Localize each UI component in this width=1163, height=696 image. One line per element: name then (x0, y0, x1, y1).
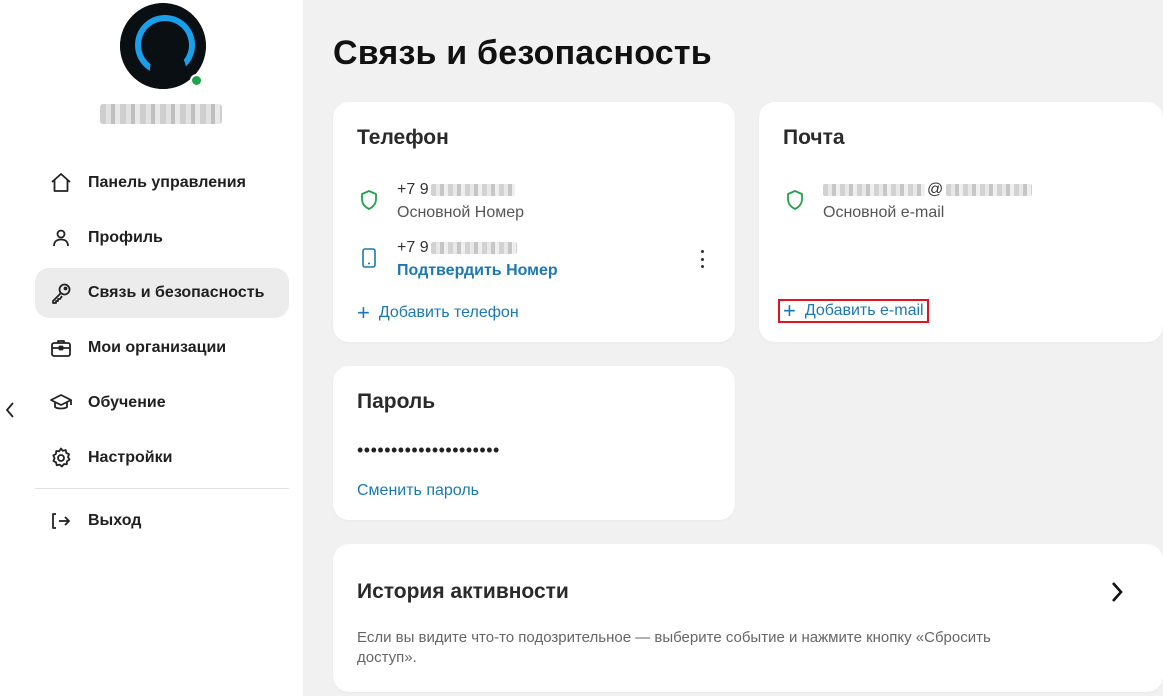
shield-icon (783, 188, 807, 212)
plus-icon: + (783, 298, 796, 323)
phone-options-menu-button[interactable] (697, 250, 707, 268)
sidebar-item-security[interactable]: Связь и безопасность (35, 268, 289, 318)
email-domain-masked (946, 184, 1033, 196)
add-email-button[interactable]: + Добавить e-mail (778, 299, 929, 323)
home-icon (49, 171, 73, 195)
add-phone-button[interactable]: + Добавить телефон (357, 300, 519, 325)
email-card: Почта @ Основной e-mail + Добавить e-mai… (759, 102, 1163, 342)
graduation-cap-icon (49, 391, 73, 415)
collapse-sidebar-button[interactable] (2, 398, 18, 422)
sidebar-item-profile[interactable]: Профиль (35, 213, 289, 263)
primary-email-row: @ Основной e-mail (783, 180, 1033, 222)
sidebar-item-label: Обучение (88, 394, 166, 411)
briefcase-icon (49, 336, 73, 360)
primary-phone-subtitle: Основной Номер (397, 204, 525, 221)
email-at: @ (927, 181, 944, 198)
add-phone-label: Добавить телефон (378, 304, 519, 321)
sidebar-item-settings[interactable]: Настройки (35, 433, 289, 483)
phone-card-title: Телефон (357, 126, 449, 149)
sidebar-item-label: Связь и безопасность (88, 284, 265, 301)
sidebar-item-label: Настройки (88, 449, 173, 466)
user-icon (49, 226, 73, 250)
smartphone-icon (357, 246, 381, 270)
email-local-masked (823, 184, 925, 196)
chevron-right-icon[interactable] (1107, 580, 1127, 604)
sidebar-item-label: Мои организации (88, 339, 227, 356)
primary-email-subtitle: Основной e-mail (823, 204, 945, 221)
gear-icon (49, 446, 73, 470)
phone-number-masked (430, 184, 515, 196)
page-title: Связь и безопасность (333, 34, 712, 72)
logout-button[interactable]: Выход (35, 496, 289, 546)
sidebar-item-dashboard[interactable]: Панель управления (35, 158, 289, 208)
secondary-phone-row: +7 9 Подтвердить Номер (357, 238, 558, 280)
avatar[interactable] (120, 3, 206, 89)
add-email-label: Добавить e-mail (804, 302, 924, 319)
email-card-title: Почта (783, 126, 845, 149)
nav-divider (35, 488, 289, 489)
kebab-dot (700, 265, 704, 268)
chevron-left-icon (5, 402, 14, 418)
phone-number-masked (430, 242, 517, 254)
main-content: Связь и безопасность Телефон +7 9 Основн… (303, 0, 1163, 696)
sidebar-item-label: Профиль (88, 229, 163, 246)
kebab-dot (700, 250, 704, 253)
activity-history-description: Если вы видите что-то подозрительное — в… (357, 629, 991, 666)
password-card-title: Пароль (357, 390, 436, 413)
shield-icon (357, 188, 381, 212)
change-password-link[interactable]: Сменить пароль (357, 482, 479, 500)
plus-icon: + (357, 300, 370, 325)
kebab-dot (700, 257, 704, 261)
sidebar: Панель управления Профиль Связь и безопа… (0, 0, 303, 696)
sidebar-item-label: Панель управления (88, 174, 246, 191)
secondary-phone-number: +7 9 (397, 239, 429, 256)
sidebar-nav: Панель управления Профиль Связь и безопа… (35, 158, 289, 551)
logout-label: Выход (88, 512, 142, 529)
username (100, 104, 222, 124)
password-card: Пароль ••••••••••••••••••••• Сменить пар… (333, 366, 735, 520)
primary-phone-row: +7 9 Основной Номер (357, 180, 524, 222)
sidebar-item-organizations[interactable]: Мои организации (35, 323, 289, 373)
sidebar-item-learning[interactable]: Обучение (35, 378, 289, 428)
verify-phone-link[interactable]: Подтвердить Номер (397, 262, 558, 280)
activity-history-title: История активности (357, 580, 569, 603)
online-status-indicator (190, 74, 203, 87)
key-icon (49, 281, 73, 305)
primary-phone-number: +7 9 (397, 181, 429, 198)
activity-history-card[interactable]: История активности Если вы видите что-то… (333, 544, 1163, 692)
password-masked: ••••••••••••••••••••• (357, 440, 500, 460)
logout-icon (49, 509, 73, 533)
phone-card: Телефон +7 9 Основной Номер +7 9 Подтвер… (333, 102, 735, 342)
